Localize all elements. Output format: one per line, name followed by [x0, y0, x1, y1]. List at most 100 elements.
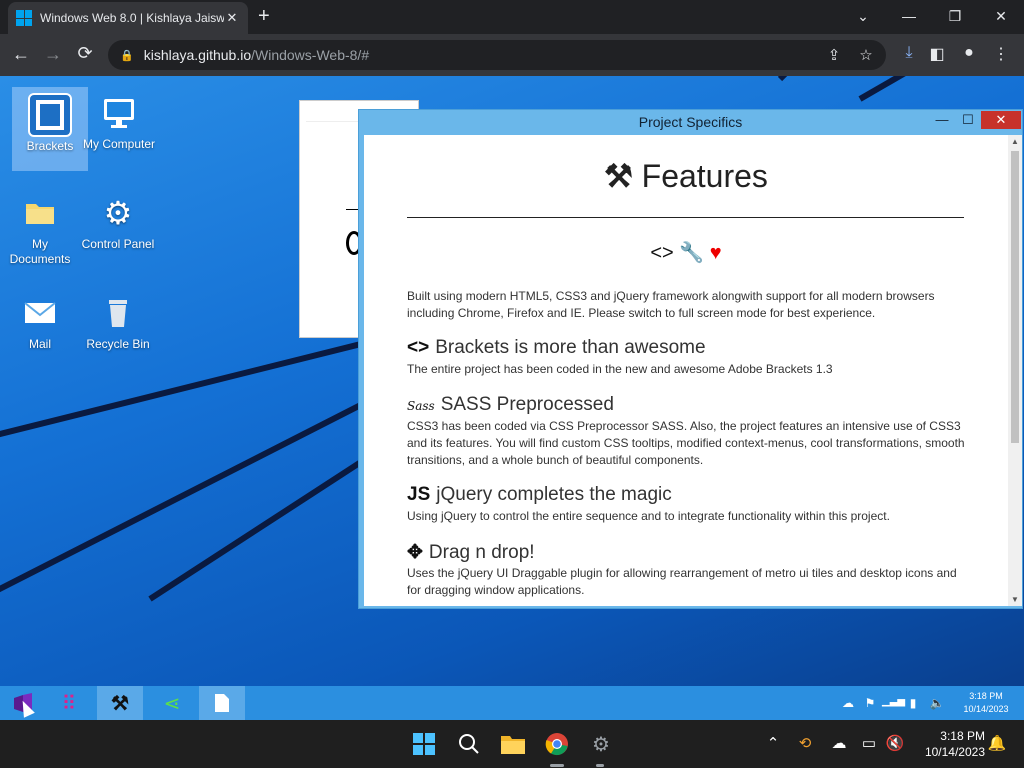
- section-title-text: Brackets is more than awesome: [435, 337, 706, 358]
- section-title-text: SASS Preprocessed: [440, 394, 614, 415]
- desktop-icon-control-panel[interactable]: ⚙ Control Panel: [80, 191, 156, 252]
- section-title-text: Drag n drop!: [428, 542, 535, 563]
- onedrive-icon[interactable]: ☁: [828, 734, 850, 752]
- features-icon-row: <> 🔧 ♥: [364, 240, 1008, 265]
- scroll-up-icon[interactable]: ▲: [1008, 137, 1022, 146]
- signal-icon[interactable]: ▁▃▅: [882, 696, 905, 707]
- section-text: Uses the jQuery UI Draggable plugin for …: [407, 566, 957, 597]
- gear-icon: ⚙: [103, 194, 133, 231]
- mute-icon[interactable]: 🔇: [884, 734, 906, 752]
- menu-icon[interactable]: ⋮: [990, 44, 1012, 64]
- desktop-icon-mail[interactable]: Mail: [2, 291, 78, 352]
- tab-close-icon[interactable]: ✕: [224, 10, 240, 26]
- tab-search-icon[interactable]: ⌄: [840, 0, 886, 32]
- address-bar[interactable]: 🔒 kishlaya.github.io/Windows-Web-8/#: [108, 40, 886, 70]
- section-title: ✥ Drag n drop!: [407, 541, 535, 564]
- share-icon[interactable]: ⋖: [149, 686, 195, 720]
- chevron-up-icon[interactable]: ⌃: [762, 734, 784, 752]
- system-clock[interactable]: 3:18 PM 10/14/2023: [913, 728, 985, 760]
- sync-icon[interactable]: ⟲: [794, 734, 816, 752]
- features-heading-text: Features: [641, 158, 768, 194]
- star-icon[interactable]: ☆: [856, 46, 876, 64]
- restore-button[interactable]: ❐: [932, 0, 978, 32]
- close-button[interactable]: ✕: [978, 0, 1024, 32]
- brackets-icon: [12, 93, 88, 137]
- features-intro: Built using modern HTML5, CSS3 and jQuer…: [407, 289, 935, 320]
- desktop-icon-brackets[interactable]: Brackets: [12, 87, 88, 171]
- system-clock-time: 3:18 PM: [940, 729, 985, 743]
- section-title-text: jQuery completes the magic: [436, 484, 672, 505]
- window-content: ⚒ Features <> 🔧 ♥ Built using modern HTM…: [364, 135, 1022, 606]
- section-title: JS jQuery completes the magic: [407, 484, 672, 506]
- system-clock-date: 10/14/2023: [924, 745, 985, 759]
- window-maximize-button[interactable]: ☐: [953, 111, 983, 129]
- chrome-icon[interactable]: [543, 730, 571, 758]
- windows-favicon-icon: [16, 10, 32, 26]
- project-specifics-window[interactable]: Project Specifics — ☐ ✕ ⚒ Features <> 🔧 …: [358, 109, 1023, 609]
- display-icon[interactable]: ▭: [858, 734, 880, 752]
- profile-icon[interactable]: ●: [958, 44, 980, 62]
- window-title[interactable]: Project Specifics: [359, 110, 1022, 134]
- cloud-icon[interactable]: ☁: [838, 696, 858, 710]
- desktop-icon-label: My Documents: [9, 237, 71, 266]
- back-button[interactable]: ←: [10, 44, 32, 65]
- lock-icon: 🔒: [120, 49, 134, 62]
- url-host: kishlaya.github.io: [143, 47, 252, 63]
- code-icon: <>: [650, 242, 674, 264]
- desktop-icon-label: Recycle Bin: [86, 337, 150, 351]
- folder-icon: [2, 191, 78, 235]
- forward-button[interactable]: →: [42, 44, 64, 65]
- background-window-rule: [346, 209, 358, 210]
- window-close-button[interactable]: ✕: [981, 111, 1021, 129]
- battery-icon[interactable]: ▮: [903, 696, 923, 710]
- scrollbar-thumb[interactable]: [1011, 151, 1019, 443]
- desktop-icon-recycle-bin[interactable]: Recycle Bin: [80, 291, 156, 352]
- code-icon: <>: [407, 337, 430, 358]
- scroll-down-icon[interactable]: ▼: [1008, 595, 1022, 604]
- apps-grid-icon[interactable]: ⠿: [46, 686, 92, 720]
- section-text: Using jQuery to control the entire seque…: [407, 509, 890, 523]
- section-text: The entire project has been coded in the…: [407, 362, 833, 376]
- browser-tab[interactable]: Windows Web 8.0 | Kishlaya Jaiswal ✕: [8, 2, 248, 34]
- desktop-icon-label: Brackets: [26, 139, 74, 153]
- desktop-icon-my-documents[interactable]: My Documents: [2, 191, 78, 267]
- javascript-icon: JS: [407, 484, 431, 505]
- share-icon[interactable]: ⇪: [824, 46, 844, 64]
- clock-time: 3:18 PM: [969, 691, 1003, 701]
- section-title: <> Brackets is more than awesome: [407, 337, 706, 359]
- bell-icon[interactable]: 🔔: [986, 734, 1008, 752]
- win8-clock[interactable]: 3:18 PM 10/14/2023: [956, 690, 1016, 716]
- desktop-icon-my-computer[interactable]: My Computer: [81, 91, 157, 152]
- chrome-running-indicator: [550, 764, 564, 767]
- browser-tab-strip: Windows Web 8.0 | Kishlaya Jaiswal ✕ + ⌄…: [0, 0, 1024, 34]
- move-icon: ✥: [407, 542, 423, 563]
- win8-taskbar: ⠿ ⚒ ⋖ ☁ ⚑ ▁▃▅ ▮ 🔈 3:18 PM 10/14/2023: [0, 686, 1024, 720]
- windows-start-icon[interactable]: [410, 730, 438, 758]
- sidebar-icon[interactable]: ◧: [926, 44, 948, 64]
- section-title: Sass SASS Preprocessed: [407, 394, 614, 416]
- win8-desktop[interactable]: Brackets My Computer My Documents ⚙ Cont…: [0, 76, 1024, 686]
- settings-icon[interactable]: ⚙: [587, 730, 615, 758]
- desktop-icon-label: Control Panel: [81, 237, 155, 251]
- document-icon[interactable]: [199, 686, 245, 720]
- trash-icon: [80, 291, 156, 335]
- wallpaper-streak: [777, 76, 966, 82]
- reload-button[interactable]: ⟳: [74, 43, 96, 64]
- window-scrollbar[interactable]: ▲ ▼: [1008, 135, 1022, 606]
- monitor-icon: [81, 91, 157, 135]
- minimize-button[interactable]: —: [886, 0, 932, 32]
- new-tab-button[interactable]: +: [258, 6, 270, 26]
- windows-taskbar: ⚙ ⌃ ⟲ ☁ ▭ 🔇 3:18 PM 10/14/2023 🔔: [0, 720, 1024, 768]
- settings-running-indicator: [596, 764, 604, 767]
- wrench-icon: 🔧: [679, 242, 705, 264]
- features-heading: ⚒ Features: [364, 157, 1008, 195]
- file-explorer-icon[interactable]: [499, 730, 527, 758]
- sass-icon: Sass: [407, 399, 435, 413]
- volume-icon[interactable]: 🔈: [927, 696, 947, 710]
- flag-icon[interactable]: ⚑: [860, 696, 880, 710]
- tab-title: Windows Web 8.0 | Kishlaya Jaiswal: [40, 11, 224, 25]
- extension-icon[interactable]: ⤓: [898, 44, 920, 62]
- tools-icon[interactable]: ⚒: [97, 686, 143, 720]
- clock-date: 10/14/2023: [963, 704, 1009, 714]
- search-icon[interactable]: [455, 730, 483, 758]
